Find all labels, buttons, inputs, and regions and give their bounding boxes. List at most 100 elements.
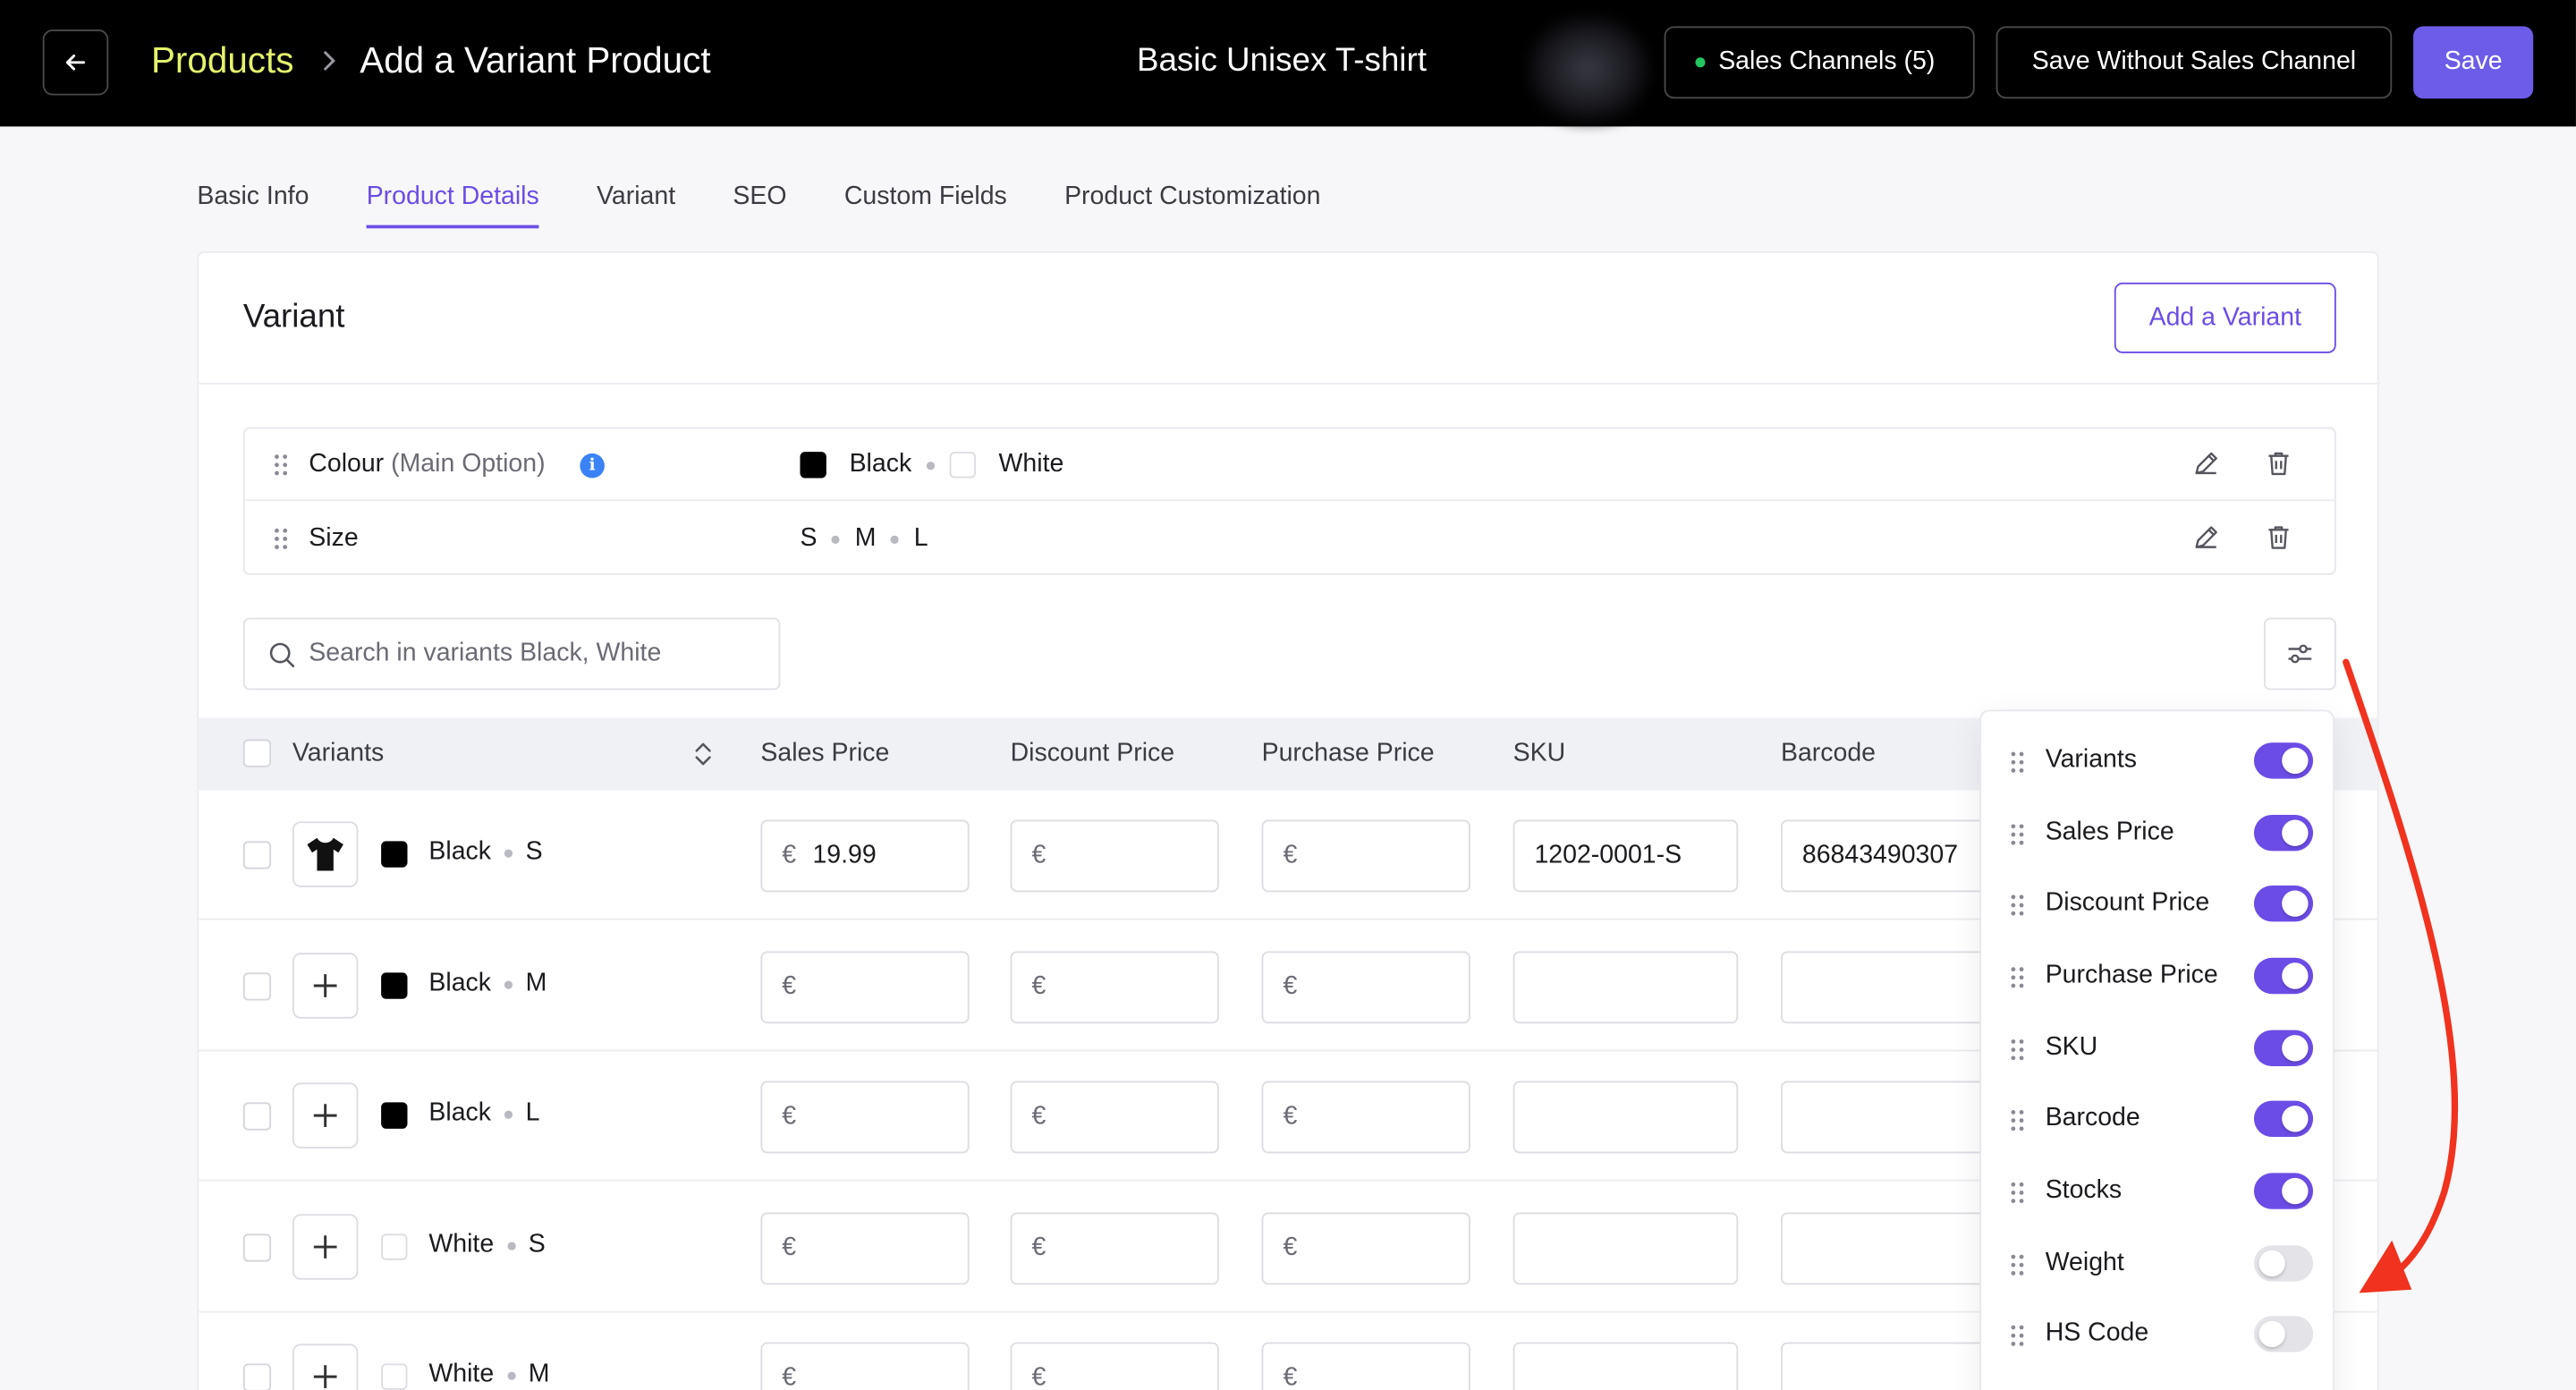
sales-price-input[interactable]: €19.99 [760, 819, 970, 893]
barcode-input[interactable] [1780, 1342, 2012, 1390]
option-value: M [854, 523, 877, 553]
sku-input[interactable] [1513, 1212, 1739, 1285]
select-all-checkbox[interactable] [242, 739, 272, 767]
column-setting-item: Barcode [1981, 1084, 2333, 1157]
tshirt-icon [307, 837, 343, 871]
row-checkbox[interactable] [242, 972, 272, 1001]
row-checkbox[interactable] [242, 1102, 272, 1131]
trash-icon[interactable] [2264, 522, 2293, 552]
plus-icon [313, 1235, 337, 1259]
tab-product-details[interactable]: Product Details [366, 182, 539, 229]
sales-price-input[interactable]: € [760, 1212, 970, 1285]
drag-handle-icon[interactable] [2011, 1109, 2024, 1132]
tab-seo[interactable]: SEO [733, 182, 786, 228]
discount-price-input[interactable]: € [1010, 1212, 1219, 1285]
tab-variant[interactable]: Variant [597, 182, 675, 228]
info-icon[interactable]: i [580, 453, 605, 479]
sales-price-input[interactable]: € [760, 1081, 970, 1154]
discount-price-input[interactable]: € [1010, 1081, 1219, 1154]
sku-value: 1202-0001-S [1534, 841, 1682, 869]
column-setting-label: HS Code [2045, 1318, 2149, 1348]
purchase-price-input[interactable]: € [1261, 1342, 1470, 1390]
back-button[interactable] [42, 30, 109, 96]
add-image-button[interactable] [292, 1082, 359, 1148]
purchase-price-input[interactable]: € [1261, 819, 1470, 893]
purchase-price-input[interactable]: € [1261, 1212, 1470, 1285]
sales-channels-button[interactable]: Sales Channels (5) [1664, 26, 1975, 99]
row-checkbox[interactable] [242, 1363, 272, 1390]
drag-handle-icon[interactable] [275, 453, 288, 477]
column-setting-item: SKU [1981, 1013, 2333, 1086]
column-setting-item: HS Code [1981, 1300, 2333, 1372]
sort-icon[interactable] [693, 740, 713, 769]
trash-icon[interactable] [2264, 448, 2293, 478]
variant-colour: Black [428, 1098, 492, 1127]
barcode-input[interactable]: 86843490307 [1780, 819, 2012, 893]
drag-handle-icon[interactable] [2011, 1182, 2024, 1205]
tab-bar: Basic Info Product Details Variant SEO C… [197, 182, 1377, 229]
discount-price-input[interactable]: € [1010, 951, 1219, 1024]
purchase-price-input[interactable]: € [1261, 1081, 1470, 1154]
discount-price-input[interactable]: € [1010, 819, 1219, 893]
add-image-button[interactable] [292, 1343, 359, 1390]
variant-size: S [528, 1230, 546, 1259]
color-swatch-white [949, 452, 976, 479]
save-button[interactable]: Save [2413, 26, 2534, 99]
drag-handle-icon[interactable] [2011, 1038, 2024, 1062]
search-placeholder: Search in variants Black, White [309, 639, 662, 667]
separator-dot [506, 1370, 516, 1379]
currency-symbol: € [1283, 1233, 1298, 1262]
barcode-input[interactable] [1780, 951, 2012, 1024]
sku-input[interactable]: 1202-0001-S [1513, 819, 1739, 893]
save-without-sales-channel-button[interactable]: Save Without Sales Channel [1996, 26, 2393, 99]
divider [199, 382, 2381, 385]
purchase-price-input[interactable]: € [1261, 951, 1470, 1024]
option-name: Colour (Main Option) [309, 450, 545, 479]
sales-channels-label: Sales Channels (5) [1718, 47, 1936, 76]
edit-pencil-icon[interactable] [2191, 448, 2221, 478]
option-row-colour: Colour (Main Option) i Black White [244, 428, 2334, 502]
currency-symbol: € [1283, 841, 1298, 869]
row-checkbox[interactable] [242, 1233, 272, 1262]
sales-price-input[interactable]: € [760, 1342, 970, 1390]
sales-price-input[interactable]: € [760, 951, 970, 1024]
currency-symbol: € [1283, 1102, 1298, 1131]
option-value: White [998, 450, 1064, 479]
drag-handle-icon[interactable] [2011, 966, 2024, 989]
tab-custom-fields[interactable]: Custom Fields [844, 182, 1007, 228]
column-header-variants[interactable]: Variants [292, 740, 384, 769]
drag-handle-icon[interactable] [2011, 750, 2024, 774]
toggle-knob [2258, 1320, 2285, 1348]
variant-search-input[interactable]: Search in variants Black, White [242, 617, 781, 691]
drag-handle-icon[interactable] [2011, 1253, 2024, 1276]
option-name: Size [309, 523, 359, 553]
column-setting-label: Variants [2045, 745, 2138, 775]
add-image-button[interactable] [292, 953, 359, 1019]
discount-price-input[interactable]: € [1010, 1342, 1219, 1390]
edit-pencil-icon[interactable] [2191, 522, 2221, 552]
add-variant-button[interactable]: Add a Variant [2114, 282, 2336, 353]
column-settings-popover: Variants Sales Price Discount Price Purc… [1979, 709, 2334, 1390]
variant-label: White S [428, 1231, 545, 1260]
drag-handle-icon[interactable] [275, 528, 288, 551]
variant-image[interactable] [292, 821, 359, 887]
barcode-input[interactable] [1780, 1081, 2012, 1154]
drag-handle-icon[interactable] [2011, 823, 2024, 846]
breadcrumb-products-link[interactable]: Products [151, 39, 293, 82]
variant-colour: Black [428, 837, 492, 866]
drag-handle-icon[interactable] [2011, 894, 2024, 917]
option-values: Black White [800, 450, 1063, 479]
sku-input[interactable] [1513, 1081, 1739, 1154]
barcode-input[interactable] [1780, 1212, 2012, 1285]
row-checkbox[interactable] [242, 841, 272, 869]
color-swatch-black [381, 1102, 408, 1129]
variant-label: Black L [428, 1099, 539, 1129]
sku-input[interactable] [1513, 951, 1739, 1024]
sku-input[interactable] [1513, 1342, 1739, 1390]
tab-product-customization[interactable]: Product Customization [1064, 182, 1320, 228]
tab-basic-info[interactable]: Basic Info [197, 182, 309, 228]
drag-handle-icon[interactable] [2011, 1324, 2024, 1347]
add-image-button[interactable] [292, 1214, 359, 1280]
color-swatch-black [381, 972, 408, 999]
column-setting-label: Weight [2045, 1248, 2124, 1277]
